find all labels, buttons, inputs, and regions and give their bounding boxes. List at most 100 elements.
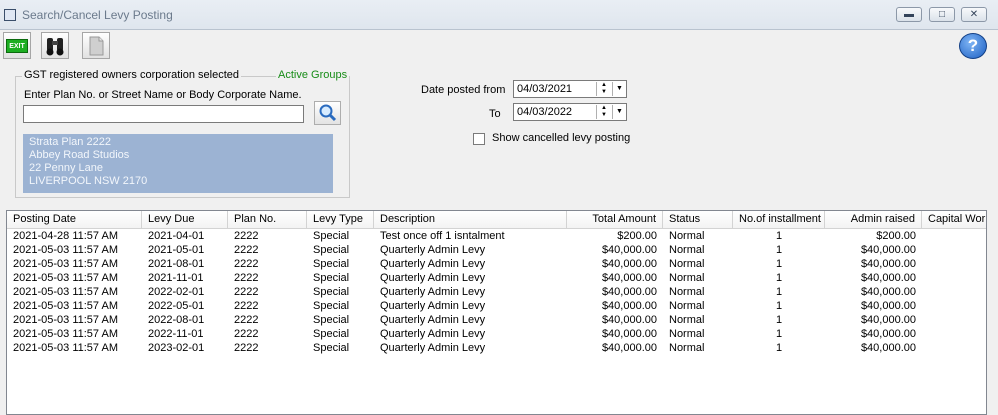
column-header-description[interactable]: Description — [374, 211, 567, 229]
posting-date-cell: 2021-05-03 11:57 AM — [13, 286, 118, 298]
date-from-field[interactable]: 04/03/2021 ▲ ▼ ▼ — [513, 80, 627, 98]
cancel-posting-button[interactable] — [82, 32, 110, 59]
admin-raised-cell: $40,000.00 — [860, 328, 916, 340]
plan-no-cell: 2222 — [234, 286, 259, 298]
table-row[interactable]: 2021-04-28 11:57 AM 2021-04-01 2222 Special… — [7, 230, 986, 244]
column-header-capital-works[interactable]: Capital Wor — [922, 211, 986, 229]
installment-cell: 1 — [775, 342, 783, 354]
levy-type-cell: Special — [313, 230, 350, 242]
status-cell: Normal — [669, 244, 705, 256]
column-header-installments[interactable]: No.of installment — [733, 211, 825, 229]
plan-no-cell: 2222 — [234, 342, 259, 354]
posting-date-cell: 2021-04-28 11:57 AM — [13, 230, 118, 242]
table-row[interactable]: 2021-05-03 11:57 AM 2022-11-01 2222 Special… — [7, 328, 986, 342]
installment-cell: 1 — [775, 230, 783, 242]
group-label: GST registered owners corporation select… — [22, 69, 242, 81]
description-cell: Quarterly Admin Levy — [380, 286, 486, 298]
binoculars-icon — [46, 38, 64, 56]
admin-raised-cell: $40,000.00 — [860, 258, 916, 270]
question-icon: ? — [967, 36, 979, 55]
show-cancelled-label: Show cancelled levy posting — [492, 132, 631, 144]
search-input[interactable] — [23, 105, 304, 123]
total-amount-cell: $40,000.00 — [601, 314, 657, 326]
document-icon — [89, 36, 104, 56]
date-from-dropdown[interactable]: ▼ — [612, 82, 626, 96]
show-cancelled-checkbox[interactable] — [473, 133, 485, 145]
description-cell: Quarterly Admin Levy — [380, 328, 486, 340]
status-cell: Normal — [669, 314, 705, 326]
spin-down-icon: ▼ — [601, 89, 607, 95]
column-header-levy-type[interactable]: Levy Type — [307, 211, 374, 229]
plan-no-cell: 2222 — [234, 244, 259, 256]
table-row[interactable]: 2021-05-03 11:57 AM 2022-08-01 2222 Special… — [7, 314, 986, 328]
levy-type-cell: Special — [313, 286, 350, 298]
date-from-label: Date posted from — [421, 84, 506, 96]
status-cell: Normal — [669, 328, 705, 340]
window-title: Search/Cancel Levy Posting — [22, 8, 173, 22]
admin-raised-cell: $40,000.00 — [860, 300, 916, 312]
date-to-spinner[interactable]: ▲ ▼ — [596, 105, 611, 119]
exit-icon: EXIT — [6, 39, 28, 53]
close-button[interactable]: ✕ — [961, 7, 987, 22]
total-amount-cell: $40,000.00 — [601, 286, 657, 298]
levy-due-cell: 2022-02-01 — [148, 286, 205, 298]
date-to-dropdown[interactable]: ▼ — [612, 105, 626, 119]
posting-date-cell: 2021-05-03 11:57 AM — [13, 258, 118, 270]
exit-button[interactable]: EXIT — [3, 32, 31, 59]
levy-due-cell: 2021-05-01 — [148, 244, 205, 256]
description-cell: Test once off 1 isntalment — [380, 230, 505, 242]
description-cell: Quarterly Admin Levy — [380, 244, 486, 256]
posting-date-cell: 2021-05-03 11:57 AM — [13, 300, 118, 312]
total-amount-cell: $200.00 — [617, 230, 657, 242]
table-row[interactable]: 2021-05-03 11:57 AM 2021-05-01 2222 Special… — [7, 244, 986, 258]
help-button[interactable]: ? — [959, 33, 987, 59]
minimize-button[interactable]: ▬ — [896, 7, 922, 22]
column-header-status[interactable]: Status — [663, 211, 733, 229]
table-row[interactable]: 2021-05-03 11:57 AM 2021-11-01 2222 Special… — [7, 272, 986, 286]
admin-raised-cell: $40,000.00 — [860, 342, 916, 354]
search-button[interactable] — [314, 101, 341, 125]
status-cell: Normal — [669, 258, 705, 270]
column-header-levy-due[interactable]: Levy Due — [142, 211, 228, 229]
table-row[interactable]: 2021-05-03 11:57 AM 2022-02-01 2222 Special… — [7, 286, 986, 300]
magnifier-icon — [319, 104, 337, 122]
levy-due-cell: 2021-08-01 — [148, 258, 205, 270]
spin-up-icon: ▲ — [601, 105, 607, 111]
levy-postings-table[interactable]: Posting Date Levy Due Plan No. Levy Type… — [6, 210, 987, 415]
plan-no-cell: 2222 — [234, 328, 259, 340]
posting-date-cell: 2021-05-03 11:57 AM — [13, 328, 118, 340]
plan-no-cell: 2222 — [234, 230, 259, 242]
address-line: 22 Penny Lane — [29, 162, 104, 174]
status-cell: Normal — [669, 230, 705, 242]
levy-due-cell: 2022-08-01 — [148, 314, 205, 326]
installment-cell: 1 — [775, 300, 783, 312]
table-row[interactable]: 2021-05-03 11:57 AM 2021-08-01 2222 Special… — [7, 258, 986, 272]
admin-raised-cell: $200.00 — [876, 230, 916, 242]
table-row[interactable]: 2021-05-03 11:57 AM 2023-02-01 2222 Special… — [7, 342, 986, 356]
find-button[interactable] — [41, 32, 69, 59]
spin-up-icon: ▲ — [601, 82, 607, 88]
description-cell: Quarterly Admin Levy — [380, 300, 486, 312]
description-cell: Quarterly Admin Levy — [380, 272, 486, 284]
total-amount-cell: $40,000.00 — [601, 258, 657, 270]
total-amount-cell: $40,000.00 — [601, 328, 657, 340]
status-cell: Normal — [669, 272, 705, 284]
spin-down-icon: ▼ — [601, 112, 607, 118]
column-header-plan-no[interactable]: Plan No. — [228, 211, 307, 229]
posting-date-cell: 2021-05-03 11:57 AM — [13, 272, 118, 284]
admin-raised-cell: $40,000.00 — [860, 272, 916, 284]
column-header-posting-date[interactable]: Posting Date — [7, 211, 142, 229]
date-to-field[interactable]: 04/03/2022 ▲ ▼ ▼ — [513, 103, 627, 121]
address-line: Abbey Road Studios — [29, 149, 130, 161]
maximize-button[interactable]: □ — [929, 7, 955, 22]
search-label: Enter Plan No. or Street Name or Body Co… — [24, 89, 302, 101]
column-header-total-amount[interactable]: Total Amount — [567, 211, 663, 229]
date-from-spinner[interactable]: ▲ ▼ — [596, 82, 611, 96]
table-row[interactable]: 2021-05-03 11:57 AM 2022-05-01 2222 Special… — [7, 300, 986, 314]
levy-type-cell: Special — [313, 258, 350, 270]
active-groups-link[interactable]: Active Groups — [276, 69, 350, 81]
column-header-admin-raised[interactable]: Admin raised — [825, 211, 922, 229]
levy-due-cell: 2021-11-01 — [148, 272, 204, 284]
address-line: LIVERPOOL NSW 2170 — [29, 175, 148, 187]
admin-raised-cell: $40,000.00 — [860, 286, 916, 298]
